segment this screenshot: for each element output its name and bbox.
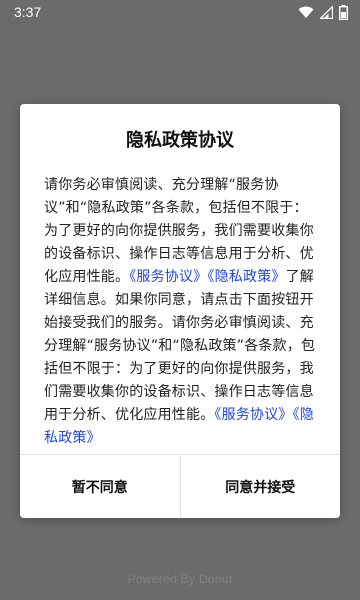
dialog-title: 隐私政策协议	[126, 130, 234, 151]
battery-icon	[339, 4, 348, 20]
decline-button[interactable]: 暂不同意	[20, 455, 180, 518]
privacy-dialog: 隐私政策协议 请你务必审慎阅读、充分理解“服务协议”和“隐私政策”各条款，包括但…	[20, 104, 340, 518]
footer-text: Powered By Donut	[127, 572, 233, 586]
wifi-icon	[298, 6, 314, 18]
status-bar: 3:37	[0, 0, 360, 24]
dialog-actions: 暂不同意 同意并接受	[20, 454, 340, 518]
service-agreement-link[interactable]: 《服务协议》	[214, 407, 292, 423]
privacy-policy-link[interactable]: 《隐私政策》	[207, 269, 285, 285]
service-agreement-link[interactable]: 《服务协议》	[129, 269, 207, 285]
status-time: 3:37	[14, 4, 42, 20]
body-text: 了解详细信息。如果你同意，请点击下面按钮开始接受我们的服务。请你务必审慎阅读、充…	[44, 269, 316, 423]
accept-button[interactable]: 同意并接受	[181, 455, 341, 518]
signal-icon	[320, 5, 333, 19]
status-icons	[298, 4, 348, 20]
